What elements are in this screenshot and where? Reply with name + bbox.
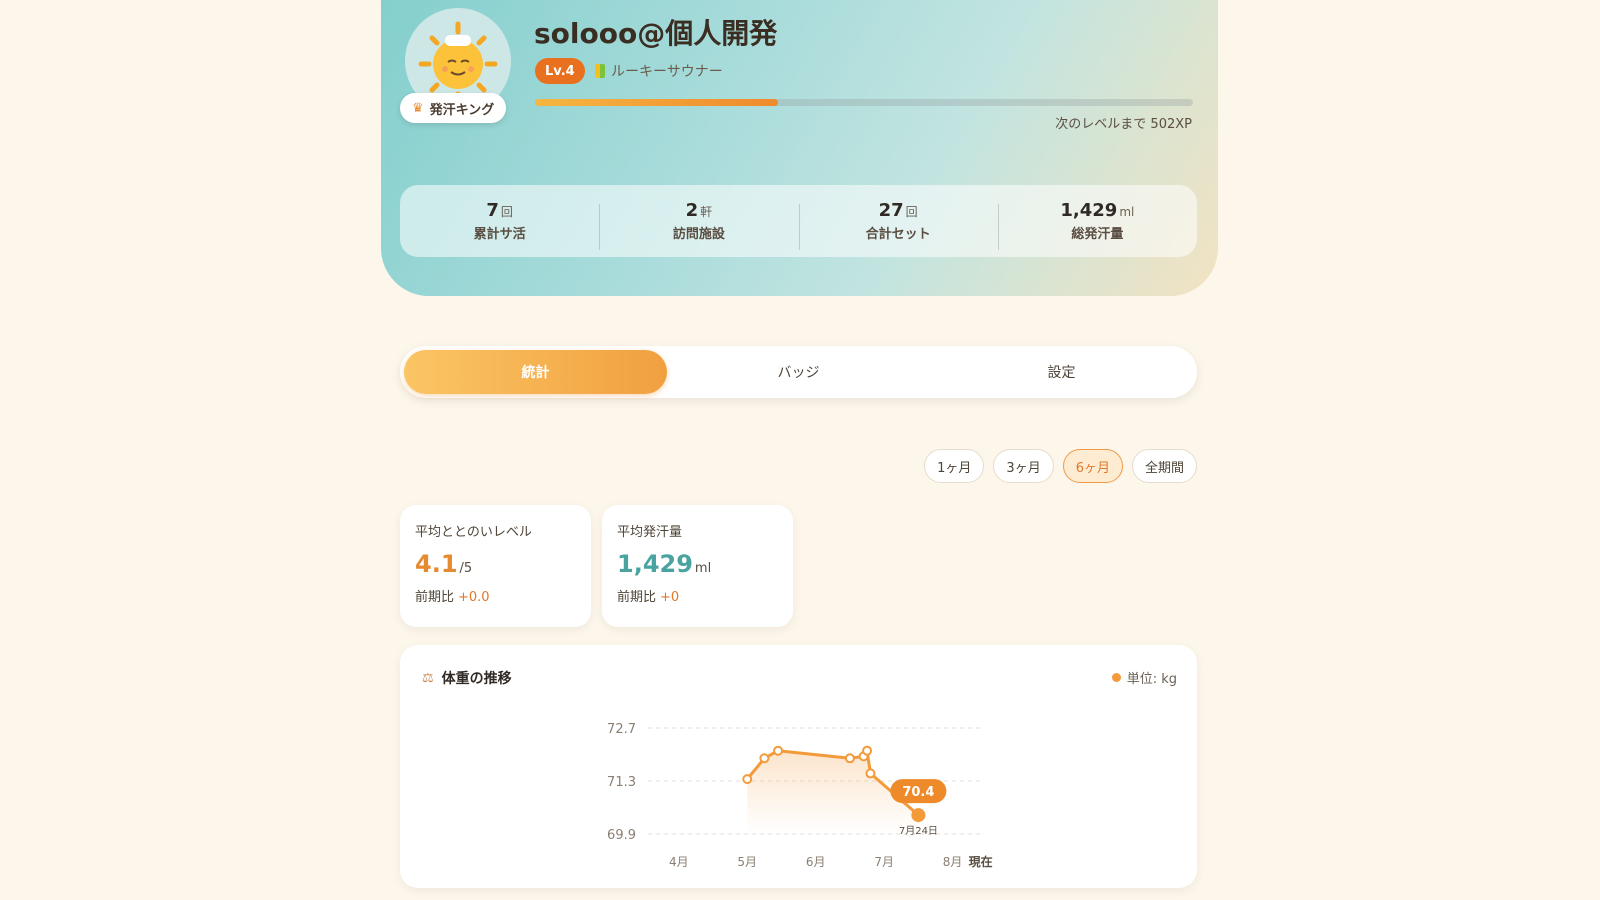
xp-progress-fill — [535, 99, 779, 106]
kpi-delta-value: +0 — [660, 590, 680, 605]
data-point — [862, 745, 873, 756]
kpi-delta-label: 前期比 — [415, 590, 455, 605]
crown-icon: ♛ — [412, 100, 424, 116]
xp-next-label: 次のレベルまで 502XP — [1055, 117, 1192, 132]
kpi-delta-row: 前期比 +0.0 — [415, 586, 576, 605]
kpi-unit: /5 — [459, 561, 473, 576]
stat-facilities: 2軒 訪問施設 — [599, 200, 798, 250]
now-label: 現在 — [969, 854, 993, 869]
xp-progress-bar — [535, 99, 1193, 106]
stat-unit: 軒 — [700, 205, 713, 219]
stat-sweat-volume: 1,429 ml 総発汗量 — [997, 200, 1197, 250]
title-badge[interactable]: ♛ 発汗キング — [400, 93, 507, 123]
kpi-delta-label: 前期比 — [617, 590, 657, 605]
y-tick-label: 72.7 — [607, 722, 636, 737]
data-point — [759, 753, 770, 764]
kpi-unit: ml — [694, 561, 712, 576]
x-tick-label: 7月 — [874, 855, 894, 869]
latest-point — [911, 808, 926, 823]
stat-unit: 回 — [500, 205, 513, 219]
stats-summary: 7回 累計サ活 2軒 訪問施設 27 回 合計セット 1,429 ml 総発汗量 — [400, 185, 1197, 257]
data-point — [773, 745, 784, 756]
x-tick-label: 8月 — [943, 855, 963, 869]
tab-settings[interactable]: 設定 — [930, 350, 1193, 394]
stat-value: 2 — [685, 200, 699, 221]
stat-total-sessions: 7回 累計サ活 — [400, 200, 599, 242]
stat-value: 27 — [878, 200, 904, 221]
stat-label: 訪問施設 — [672, 227, 725, 242]
stat-value: 7 — [486, 200, 499, 221]
weight-chart-card: ⚖ 体重の推移 単位: kg 72.7 71.3 69.9 4月 5月 6月 7月 8月 現在 7… — [400, 645, 1197, 888]
kpi-delta-value: +0.0 — [458, 590, 490, 605]
latest-value-label: 70.4 — [902, 785, 934, 800]
period-selector: 1ヶ月 3ヶ月 6ヶ月 全期間 — [924, 449, 1197, 483]
level-badge: Lv.4 — [535, 58, 585, 84]
stat-value: 1,429 — [1060, 200, 1118, 221]
period-all-button[interactable]: 全期間 — [1131, 449, 1197, 483]
beginner-mark-icon — [595, 64, 605, 78]
tab-stats[interactable]: 統計 — [404, 350, 667, 394]
kpi-card-avg-totonoi: 平均ととのいレベル 4.1/5 前期比 +0.0 — [400, 505, 591, 627]
stat-unit: ml — [1119, 205, 1135, 219]
kpi-value: 1,429 — [617, 550, 693, 578]
stat-label: 総発汗量 — [1071, 227, 1124, 242]
x-tick-label: 5月 — [737, 855, 757, 869]
kpi-title: 平均発汗量 — [617, 525, 683, 540]
rank-label: ルーキーサウナー — [595, 61, 723, 81]
title-badge-label: 発汗キング — [429, 102, 495, 118]
latest-date-label: 7月24日 — [899, 825, 938, 837]
x-tick-label: 4月 — [669, 855, 689, 869]
kpi-value-row: 4.1/5 — [415, 550, 576, 578]
stat-label: 累計サ活 — [473, 227, 526, 242]
weight-line-chart: 72.7 71.3 69.9 4月 5月 6月 7月 8月 現在 70.4 7月24日 — [607, 722, 993, 869]
y-tick-label: 69.9 — [607, 828, 636, 843]
period-3-months-button[interactable]: 3ヶ月 — [993, 449, 1054, 483]
data-point — [742, 774, 753, 785]
stat-label: 合計セット — [865, 227, 931, 242]
kpi-title: 平均ととのいレベル — [415, 525, 532, 540]
period-6-months-button[interactable]: 6ヶ月 — [1062, 449, 1123, 483]
kpi-card-avg-sweat: 平均発汗量 1,429 ml 前期比 +0 — [602, 505, 793, 627]
username: solooo@個人開発 — [534, 17, 778, 50]
rank-text: ルーキーサウナー — [611, 64, 723, 80]
kpi-delta-row: 前期比 +0 — [617, 586, 778, 605]
data-point — [844, 753, 855, 764]
stat-unit: 回 — [905, 205, 918, 219]
tab-badges[interactable]: バッジ — [667, 350, 930, 394]
y-tick-label: 71.3 — [607, 775, 636, 790]
x-tick-label: 6月 — [806, 855, 826, 869]
stat-total-sets: 27 回 合計セット — [798, 200, 998, 250]
kpi-value-row: 1,429 ml — [617, 550, 778, 578]
kpi-value: 4.1 — [415, 550, 458, 578]
data-point — [865, 768, 876, 779]
period-1-month-button[interactable]: 1ヶ月 — [924, 449, 985, 483]
tab-bar: 統計 バッジ 設定 — [400, 346, 1197, 398]
